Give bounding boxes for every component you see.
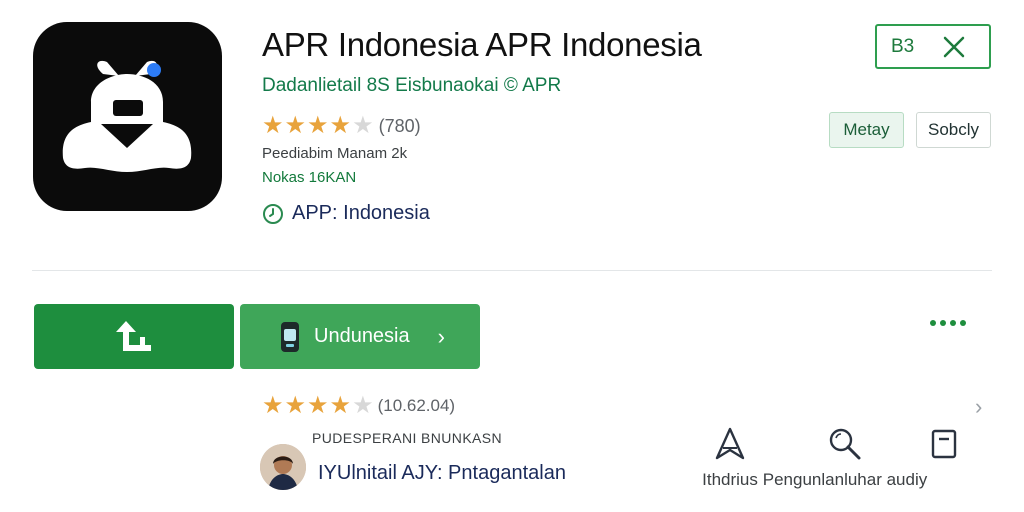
chip-button-1[interactable]: Metay: [829, 112, 904, 148]
action-search[interactable]: Pengunlanluhar audiy: [763, 424, 927, 490]
developer-link[interactable]: Dadanlietail 8S Eisbunaokai © APR: [262, 75, 561, 97]
review-text: IYUlnitail AJY: Pntagantalan: [318, 462, 566, 484]
navigation-arrow-icon: [715, 427, 745, 460]
star-rating: ★ ★ ★ ★ ★: [262, 394, 375, 418]
clock-check-icon: [263, 203, 283, 224]
star-icon: ★: [262, 392, 284, 419]
verified-label: APP: Indonesia: [292, 202, 430, 224]
magnifier-icon: [829, 428, 861, 460]
more-options-icon[interactable]: [930, 320, 966, 326]
chevron-right-icon: ›: [437, 323, 445, 349]
verified-row: APP: Indonesia: [262, 202, 430, 225]
star-icon: ★: [284, 112, 307, 139]
bookmark-icon: [931, 429, 957, 459]
reviews-count: (10.62.04): [377, 396, 456, 415]
share-button[interactable]: [34, 304, 234, 369]
close-icon[interactable]: [941, 34, 967, 60]
close-panel-button[interactable]: B3: [875, 24, 991, 69]
size-text: Nokas 16KAN: [262, 169, 357, 186]
star-icon: ★: [307, 392, 329, 419]
app-icon: [33, 22, 222, 211]
star-icon: ★: [284, 392, 307, 419]
downloads-text: Peediabim Manam 2k: [262, 145, 408, 162]
star-icon: ★: [307, 112, 329, 139]
star-empty-icon: ★: [352, 392, 374, 419]
star-rating: ★ ★ ★ ★ ★: [262, 114, 375, 138]
install-button[interactable]: Undunesia ›: [240, 304, 480, 369]
reviews-rating: ★ ★ ★ ★ ★ (10.62.04): [262, 394, 455, 418]
action-navigate[interactable]: Ithdrius: [690, 424, 770, 490]
app-store-page: APR Indonesia APR Indonesia Dadanlietail…: [0, 0, 1024, 512]
phone-icon: [281, 321, 299, 352]
upload-arrow-icon: [116, 320, 151, 351]
chip-button-2[interactable]: Sobcly: [916, 112, 991, 148]
reviewer-heading: PUDESPERANI BNUNKASN: [312, 430, 503, 446]
star-empty-icon: ★: [352, 112, 374, 139]
action-save[interactable]: [904, 424, 984, 470]
avatar[interactable]: [260, 444, 306, 490]
action-label: Pengunlanluhar audiy: [762, 470, 928, 489]
action-label: Ithdrius: [702, 470, 758, 489]
divider: [32, 270, 992, 271]
star-icon: ★: [329, 112, 352, 139]
chevron-right-icon[interactable]: ›: [975, 394, 982, 420]
star-icon: ★: [329, 392, 352, 419]
corner-label: B3: [891, 35, 915, 57]
app-title: APR Indonesia APR Indonesia: [262, 26, 702, 63]
header-rating: ★ ★ ★ ★ ★ (780): [262, 114, 421, 138]
mascot-logo-icon: [62, 60, 192, 172]
star-icon: ★: [262, 112, 284, 139]
install-label: Undunesia: [314, 325, 410, 347]
rating-count: (780): [378, 115, 421, 136]
